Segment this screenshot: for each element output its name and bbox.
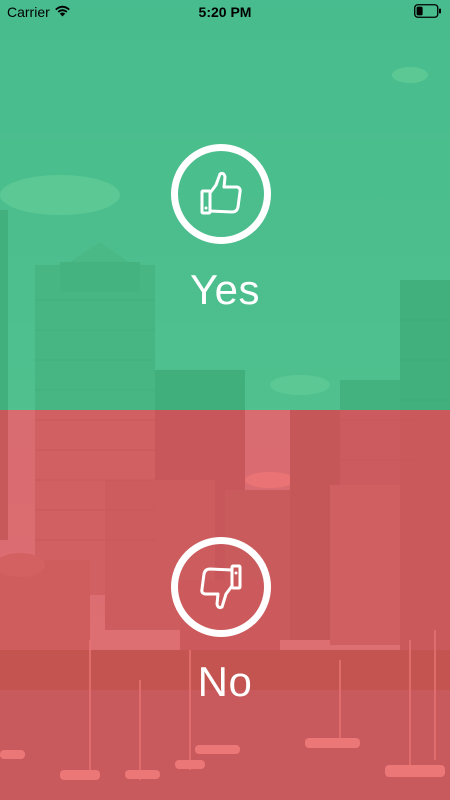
thumbs-up-icon — [200, 171, 242, 215]
status-time: 5:20 PM — [198, 4, 252, 20]
thumbs-down-icon — [200, 564, 242, 610]
no-choice-area[interactable]: No — [0, 410, 450, 800]
battery-icon — [414, 4, 441, 18]
yes-label: Yes — [189, 266, 261, 313]
no-button[interactable] — [171, 537, 271, 637]
app-screen: Yes No Carrier 5:20 PM — [0, 0, 450, 800]
yes-button[interactable] — [171, 144, 271, 244]
yes-choice-area[interactable]: Yes — [0, 0, 450, 410]
status-bar: Carrier 5:20 PM — [0, 0, 450, 24]
no-label: No — [197, 658, 253, 705]
